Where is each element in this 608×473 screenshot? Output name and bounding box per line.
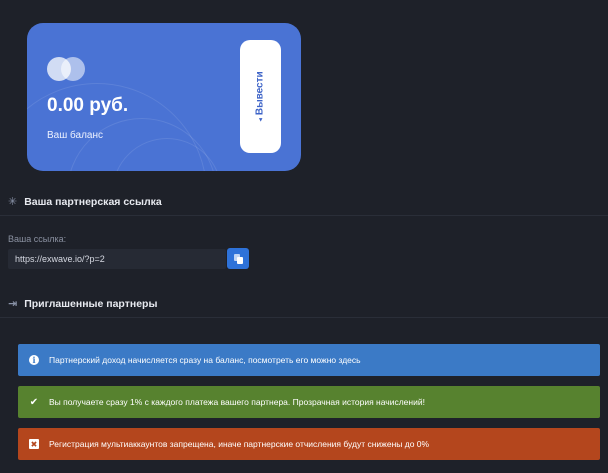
info-icon: i bbox=[29, 355, 39, 365]
asterisk-icon: ✳ bbox=[8, 196, 18, 208]
success-alert: ✔ Вы получаете сразу 1% с каждого платеж… bbox=[18, 386, 600, 418]
section-title: Приглашенные партнеры bbox=[24, 297, 158, 310]
copy-icon bbox=[233, 253, 243, 264]
arrow-left-icon: ◂ bbox=[257, 118, 265, 122]
sign-in-icon: ⇥ bbox=[8, 298, 18, 310]
withdraw-button[interactable]: ◂ Вывести bbox=[240, 40, 281, 153]
invited-partners-header: ⇥ Приглашенные партнеры bbox=[8, 297, 158, 311]
withdraw-label: Вывести bbox=[255, 71, 266, 116]
balance-amount: 0.00 руб. bbox=[47, 95, 129, 116]
close-box-icon: ✖ bbox=[29, 439, 39, 449]
danger-alert: ✖ Регистрация мультиаккаунтов запрещена,… bbox=[18, 428, 600, 460]
info-alert: i Партнерский доход начисляется сразу на… bbox=[18, 344, 600, 376]
divider bbox=[0, 215, 608, 216]
divider bbox=[0, 317, 608, 318]
affiliate-link-header: ✳ Ваша партнерская ссылка bbox=[8, 195, 162, 209]
copy-link-button[interactable] bbox=[227, 248, 249, 269]
affiliate-link-input[interactable] bbox=[8, 249, 226, 269]
alert-text: Партнерский доход начисляется сразу на б… bbox=[49, 355, 361, 365]
check-icon: ✔ bbox=[29, 396, 39, 408]
card-logo-icon bbox=[47, 57, 85, 81]
alert-text: Регистрация мультиаккаунтов запрещена, и… bbox=[49, 439, 430, 449]
alert-text: Вы получаете сразу 1% с каждого платежа … bbox=[49, 397, 425, 407]
link-field-label: Ваша ссылка: bbox=[8, 234, 67, 244]
affiliate-page: 0.00 руб. Ваш баланс ◂ Вывести ✳ Ваша па… bbox=[0, 0, 608, 473]
balance-card: 0.00 руб. Ваш баланс ◂ Вывести bbox=[27, 23, 301, 171]
section-title: Ваша партнерская ссылка bbox=[24, 195, 162, 208]
balance-label: Ваш баланс bbox=[47, 130, 104, 141]
